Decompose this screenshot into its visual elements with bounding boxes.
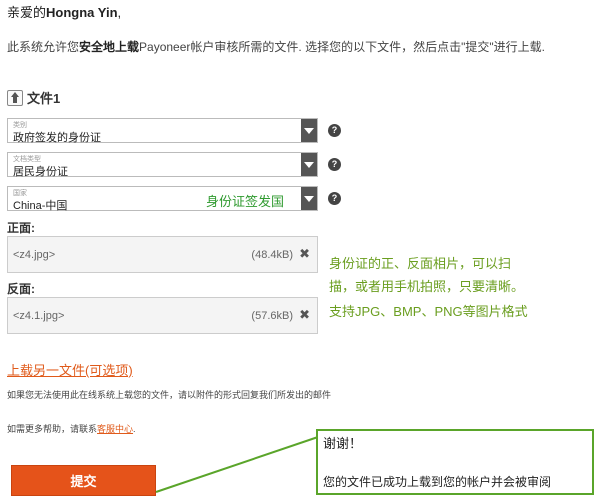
callout-message: 您的文件已成功上载到您的帐户并会被审阅 [323,475,552,489]
success-callout: 谢谢！ 您的文件已成功上载到您的帐户并会被审阅 [316,429,594,495]
callout-line [155,436,319,493]
callout-thanks: 谢谢！ [323,436,363,451]
